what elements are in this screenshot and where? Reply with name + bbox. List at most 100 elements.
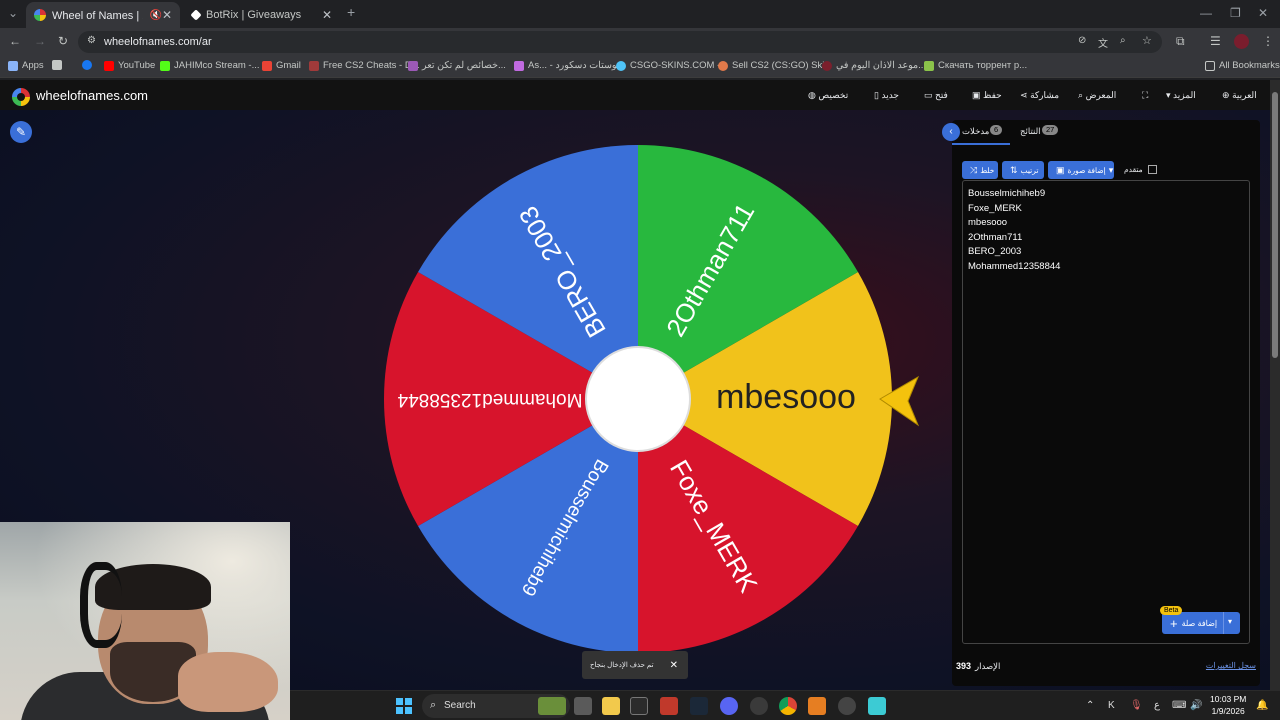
advanced-toggle[interactable]: متقدم xyxy=(1124,165,1157,174)
entries-textarea[interactable]: Bousselmichiheb9 Foxe_MERK mbesooo 2Othm… xyxy=(962,180,1250,644)
kick-icon xyxy=(160,60,170,71)
volume-icon[interactable]: 🔊 xyxy=(1190,700,1202,711)
obs-icon[interactable] xyxy=(750,697,768,715)
tray-overflow-icon[interactable]: ⌃ xyxy=(1086,700,1094,711)
forward-icon[interactable]: → xyxy=(34,34,46,48)
camera-blocked-icon[interactable]: ⊘ xyxy=(1078,35,1086,46)
menu-label: تخصيص xyxy=(818,90,849,100)
shuffle-button[interactable]: ⤨ خلط xyxy=(962,161,998,179)
reading-list-icon[interactable]: ☰ xyxy=(1210,34,1221,48)
file-explorer-icon[interactable] xyxy=(602,697,620,715)
chevron-down-icon[interactable]: ▾ xyxy=(1228,617,1232,626)
profile-avatar[interactable] xyxy=(1234,34,1249,49)
sort-button[interactable]: ⇅ ترتيب xyxy=(1002,161,1044,179)
advanced-checkbox[interactable] xyxy=(1147,165,1157,174)
bookmark-jahimco[interactable]: JAHIMco Stream -... xyxy=(160,60,260,71)
notifications-icon[interactable]: 🔔 xyxy=(1256,700,1268,711)
zoom-icon[interactable]: ⌕ xyxy=(1120,35,1126,46)
site-info-icon[interactable]: ⚙ xyxy=(87,35,96,46)
globe-icon: ⊕ xyxy=(1222,90,1230,100)
tab-botrix[interactable]: BotRix | Giveaways ✕ xyxy=(184,2,340,28)
store-app-icon[interactable] xyxy=(868,697,886,715)
bookmark-prayer-times[interactable]: موعد الاذان اليوم في... xyxy=(822,60,926,71)
taskbar-clock[interactable]: 10:03 PM 1/9/2026 xyxy=(1210,693,1246,717)
start-windows-icon[interactable] xyxy=(396,698,412,714)
changelog-link[interactable]: سجل التغييرات xyxy=(1206,661,1256,670)
taskbar-search[interactable]: ⌕ Search xyxy=(422,694,570,718)
close-tab-icon[interactable]: ✕ xyxy=(322,8,332,22)
minimize-icon[interactable]: — xyxy=(1200,6,1212,20)
bookmarks-bar: Apps YouTube JAHIMco Stream -... Gmail F… xyxy=(0,56,1280,78)
wheel-center-button[interactable] xyxy=(585,346,691,452)
translate-icon[interactable]: 文 xyxy=(1098,35,1108,50)
wheel-logo-icon[interactable] xyxy=(12,88,30,106)
tab-results[interactable]: النتائج xyxy=(1020,126,1041,137)
valorant-icon[interactable] xyxy=(660,697,678,715)
settings-gear-icon[interactable] xyxy=(838,697,856,715)
bookmark-youtube[interactable]: YouTube xyxy=(104,60,155,71)
add-image-button[interactable]: ▣ إضافة صورة ▾ xyxy=(1048,161,1114,179)
all-bookmarks[interactable]: All Bookmarks xyxy=(1205,60,1280,71)
new-tab-icon[interactable]: + xyxy=(347,4,355,20)
steam-icon[interactable] xyxy=(690,697,708,715)
close-toast-icon[interactable]: ✕ xyxy=(670,660,678,671)
maximize-icon[interactable]: ❐ xyxy=(1230,6,1241,20)
microphone-icon[interactable]: 🎙 xyxy=(1130,700,1143,711)
bookmark-torrent[interactable]: Скачать торрент р... xyxy=(924,60,1027,71)
bookmark-label: JAHIMco Stream -... xyxy=(174,60,260,71)
site-name[interactable]: wheelofnames.com xyxy=(36,88,148,103)
extensions-icon[interactable]: ⧉ xyxy=(1176,34,1185,49)
menu-customize[interactable]: ◍ تخصيص xyxy=(808,90,848,101)
menu-gallery[interactable]: ⌕ المعرض xyxy=(1078,90,1116,101)
bookmark-grid[interactable] xyxy=(52,60,66,70)
discord-icon[interactable] xyxy=(720,697,738,715)
reload-icon[interactable]: ↻ xyxy=(58,34,68,48)
entries-count-badge: 6 xyxy=(990,125,1003,135)
menu-new[interactable]: ▯ جديد xyxy=(874,90,899,101)
bookmark-label: Sell CS2 (CS:GO) Ski... xyxy=(732,60,833,71)
network-icon[interactable]: ⌨ xyxy=(1172,700,1186,711)
search-placeholder: Search xyxy=(444,700,476,711)
language-indicator[interactable]: ع xyxy=(1154,700,1160,711)
share-icon: ⋖ xyxy=(1020,90,1028,100)
menu-save[interactable]: ▣ حفظ xyxy=(972,90,1002,101)
mute-icon[interactable]: 🔇 xyxy=(149,10,161,21)
menu-language[interactable]: ⊕ العربية xyxy=(1222,90,1257,101)
bookmark-cs2-cheats[interactable]: Free CS2 Cheats - D... xyxy=(309,60,420,71)
fullscreen-icon: ⛶ xyxy=(1142,90,1149,100)
bookmark-facebook[interactable] xyxy=(82,60,96,70)
bookmark-gmail[interactable]: Gmail xyxy=(262,60,301,71)
menu-icon[interactable]: ⋮ xyxy=(1262,34,1274,48)
bookmark-csgo-skins[interactable]: CSGO-SKINS.COM -... xyxy=(616,60,728,71)
scrollbar-thumb[interactable] xyxy=(1272,92,1278,358)
tab-entries[interactable]: مدخلات xyxy=(962,126,989,137)
tab-wheel-of-names[interactable]: Wheel of Names | العشوائي 🔇 ✕ xyxy=(26,2,180,28)
entries-panel: ‹ مدخلات 6 النتائج 27 ⤨ خلط ⇅ ترتيب ▣ إضافة… xyxy=(942,120,1260,686)
bookmark-arabic-1[interactable]: خصائص لم تكن تعر... xyxy=(408,60,506,71)
back-icon[interactable]: ← xyxy=(9,34,21,48)
g-app-icon[interactable] xyxy=(630,697,648,715)
bookmark-star-icon[interactable]: ☆ xyxy=(1142,34,1152,47)
active-tab-indicator xyxy=(952,143,1010,145)
menu-fullscreen[interactable]: ⛶ xyxy=(1142,90,1148,101)
bookmark-apps[interactable]: Apps xyxy=(8,60,44,71)
triangle-app-icon[interactable] xyxy=(808,697,826,715)
bookmark-discord-posts[interactable]: As... - بوستات دسكورد xyxy=(514,60,619,71)
chevron-down-icon: ▾ xyxy=(1108,164,1114,175)
close-window-icon[interactable]: ✕ xyxy=(1258,6,1268,20)
plus-icon: + xyxy=(1170,615,1178,631)
folder-icon: ▭ xyxy=(924,90,933,100)
bookmark-sell-cs2[interactable]: Sell CS2 (CS:GO) Ski... xyxy=(718,60,832,71)
menu-more[interactable]: ▾ المزيد xyxy=(1166,90,1196,101)
address-bar[interactable]: ⚙ wheelofnames.com/ar ⊘ 文 ⌕ ☆ xyxy=(78,31,1162,53)
task-view-icon[interactable] xyxy=(574,697,592,715)
menu-share[interactable]: ⋖ مشاركة xyxy=(1020,90,1059,101)
kick-tray-icon[interactable]: K xyxy=(1108,700,1115,711)
close-tab-icon[interactable]: ✕ xyxy=(162,8,172,22)
collapse-panel-icon[interactable]: ‹ xyxy=(942,123,960,141)
tab-search-icon[interactable]: ⌄ xyxy=(8,6,18,20)
menu-open[interactable]: ▭ فتح xyxy=(924,90,948,101)
add-link-button[interactable]: + إضافة صلة ▾ xyxy=(1162,612,1240,634)
botrix-favicon-icon xyxy=(190,9,202,21)
chrome-icon[interactable] xyxy=(779,697,797,715)
